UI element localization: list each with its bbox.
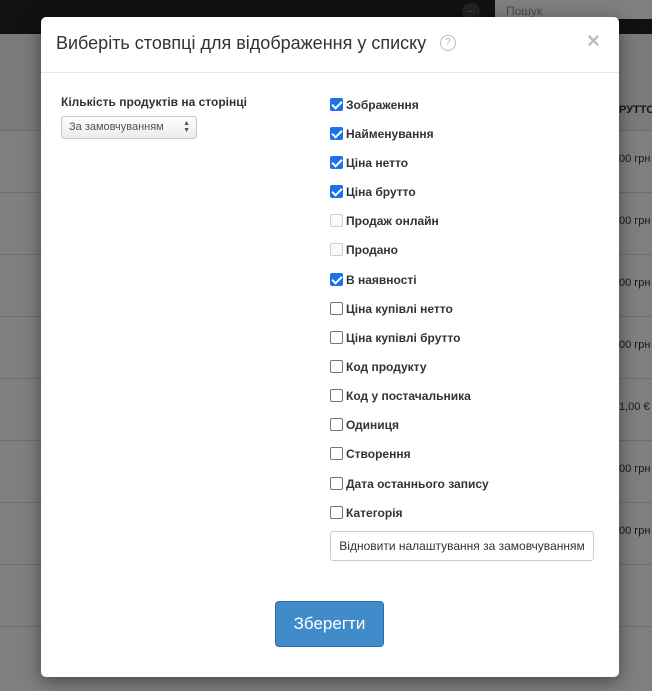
select-arrows-icon: ▲ ▼ <box>183 120 190 134</box>
column-checkbox[interactable] <box>330 331 343 344</box>
column-checkbox[interactable] <box>330 360 343 373</box>
save-button[interactable]: Зберегти <box>275 601 384 647</box>
dialog-title: Виберіть стовпці для відображення у спис… <box>56 33 427 53</box>
column-option-label: Зображення <box>346 98 419 112</box>
close-icon[interactable]: × <box>587 30 600 52</box>
column-option-label: Найменування <box>346 127 434 141</box>
column-checkbox[interactable] <box>330 185 343 198</box>
column-checkbox <box>330 243 343 256</box>
column-option-label: Категорія <box>346 506 403 520</box>
column-checkbox[interactable] <box>330 477 343 490</box>
column-checkbox[interactable] <box>330 506 343 519</box>
products-per-page-select[interactable]: За замовчуванням ▲ ▼ <box>61 116 197 139</box>
column-checkbox[interactable] <box>330 389 343 402</box>
products-per-page-label: Кількість продуктів на сторінці <box>61 95 247 109</box>
column-selector-dialog: Виберіть стовпці для відображення у спис… <box>41 17 619 677</box>
column-option-label: Ціна купівлі брутто <box>346 331 461 345</box>
help-icon[interactable]: ? <box>440 35 456 51</box>
column-option-label: Продано <box>346 243 398 257</box>
column-option-label: Продаж онлайн <box>346 214 439 228</box>
column-checkbox[interactable] <box>330 156 343 169</box>
column-checkbox[interactable] <box>330 302 343 315</box>
column-option-label: Ціна нетто <box>346 156 409 170</box>
column-checkbox[interactable] <box>330 418 343 431</box>
reset-defaults-button[interactable]: Відновити налаштування за замовчуванням <box>330 531 594 561</box>
column-option-label: Код продукту <box>346 360 427 374</box>
column-option-label: Код у постачальника <box>346 389 471 403</box>
column-checkbox[interactable] <box>330 127 343 140</box>
column-checkbox <box>330 214 343 227</box>
selected-option: За замовчуванням <box>69 121 164 133</box>
column-option-label: Ціна брутто <box>346 185 416 199</box>
column-checkbox[interactable] <box>330 447 343 460</box>
column-option-label: Дата останнього запису <box>346 477 489 491</box>
column-checkbox[interactable] <box>330 273 343 286</box>
column-checkbox[interactable] <box>330 98 343 111</box>
column-option-label: Ціна купівлі нетто <box>346 302 453 316</box>
column-option-label: В наявності <box>346 273 417 287</box>
column-option-label: Створення <box>346 447 411 461</box>
dialog-header: Виберіть стовпці для відображення у спис… <box>41 17 619 73</box>
column-option-label: Одиниця <box>346 418 400 432</box>
